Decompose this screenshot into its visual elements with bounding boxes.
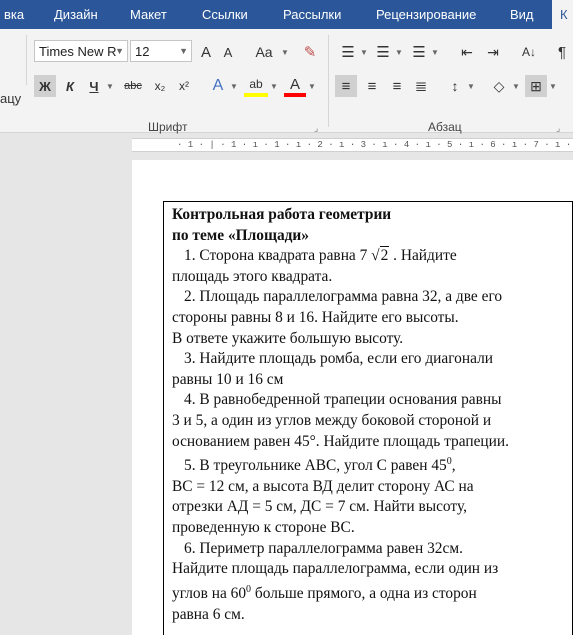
chevron-down-icon[interactable]: ▼ bbox=[431, 42, 439, 62]
align-right-icon[interactable]: ≡ bbox=[386, 75, 408, 97]
bullets-icon[interactable]: ☰ bbox=[337, 42, 359, 62]
ribbon: ацу Times New R ▼ 12 ▼ A A Aa ▼ ✎ Ж К Ч … bbox=[0, 29, 573, 134]
separator bbox=[26, 35, 27, 85]
sort-button[interactable]: А↓ bbox=[518, 42, 540, 62]
chevron-down-icon[interactable]: ▼ bbox=[230, 75, 238, 97]
ruler-ticks: · 1 · | · 1 · ı · 1 · ı · 2 · ı · 3 · ı … bbox=[177, 140, 573, 150]
chevron-down-icon[interactable]: ▼ bbox=[360, 42, 368, 62]
strikethrough-button[interactable]: abc bbox=[120, 75, 146, 97]
align-center-icon[interactable]: ≡ bbox=[361, 75, 383, 97]
sqrt-expression: √2 bbox=[371, 246, 390, 267]
chevron-down-icon[interactable]: ▼ bbox=[308, 75, 316, 97]
superscript-button[interactable]: x² bbox=[174, 75, 194, 97]
chevron-down-icon[interactable]: ▼ bbox=[179, 46, 188, 56]
grow-font-button[interactable]: A bbox=[197, 42, 215, 62]
tab-design[interactable]: Дизайн bbox=[46, 0, 106, 29]
highlight-button[interactable]: ab bbox=[244, 75, 268, 97]
document-body[interactable]: Контрольная работа геометрии по теме «Пл… bbox=[172, 205, 570, 625]
task-1-text-a: 1. Сторона квадрата равна 7 bbox=[184, 247, 372, 265]
tab-insert[interactable]: вка bbox=[0, 0, 32, 29]
doc-title-line1: Контрольная работа геометрии bbox=[172, 206, 392, 223]
task-1-line1: 1. Сторона квадрата равна 7 √2 . Найдите bbox=[172, 246, 570, 267]
italic-button[interactable]: К bbox=[60, 75, 80, 97]
task-6-line4: равна 6 см. bbox=[172, 605, 245, 623]
clear-formatting-icon[interactable]: ✎ bbox=[300, 42, 320, 62]
task-4-line2: 3 и 5, а один из углов между боковой сто… bbox=[172, 411, 492, 429]
task-3-line2: равны 10 и 16 см bbox=[172, 370, 284, 388]
task-1-line2: площадь этого квадрата. bbox=[172, 267, 333, 285]
task-2-line3: В ответе укажите большую высоту. bbox=[172, 329, 404, 347]
sqrt-sign: √ bbox=[371, 247, 380, 265]
tab-layout[interactable]: Макет bbox=[122, 0, 175, 29]
task-6-text-b: больше прямого, а одна из сторон bbox=[251, 584, 477, 602]
paragraph-group-label: Абзац bbox=[428, 120, 462, 134]
chevron-down-icon[interactable]: ▼ bbox=[549, 75, 557, 97]
separator bbox=[328, 35, 329, 127]
task-4-line1: 4. В равнобедренной трапеции основания р… bbox=[184, 391, 502, 409]
bold-button[interactable]: Ж bbox=[34, 75, 56, 97]
chevron-down-icon[interactable]: ▼ bbox=[270, 75, 278, 97]
task-5-line4: проведенную к стороне ВС. bbox=[172, 519, 355, 537]
sqrt-radicand: 2 bbox=[379, 246, 390, 265]
decrease-indent-icon[interactable]: ⇤ bbox=[456, 42, 478, 62]
numbering-icon[interactable]: ☰ bbox=[372, 42, 394, 62]
multilevel-list-icon[interactable]: ☰ bbox=[408, 42, 430, 62]
font-group-label: Шрифт bbox=[148, 120, 188, 134]
task-6-line3: углов на 600 больше прямого, а одна из с… bbox=[172, 580, 570, 605]
chevron-down-icon[interactable]: ▼ bbox=[467, 75, 475, 97]
tab-home[interactable]: К bbox=[552, 0, 573, 29]
subscript-button[interactable]: x₂ bbox=[150, 75, 170, 97]
chevron-down-icon[interactable]: ▼ bbox=[395, 42, 403, 62]
task-6-text-a: углов на 60 bbox=[172, 584, 247, 602]
align-left-icon[interactable]: ≡ bbox=[335, 75, 357, 97]
task-2-line1: 2. Площадь параллелограмма равна 32, а д… bbox=[184, 288, 503, 306]
tab-view[interactable]: Вид bbox=[502, 0, 542, 29]
font-name-value: Times New R bbox=[39, 43, 117, 59]
task-4-line3: основанием равен 45°. Найдите площадь тр… bbox=[172, 432, 509, 450]
task-3-line1: 3. Найдите площадь ромба, если его диаго… bbox=[184, 350, 493, 368]
ribbon-tab-bar: вка Дизайн Макет Ссылки Рассылки Рецензи… bbox=[0, 0, 573, 29]
task-2-line2: стороны равны 8 и 16. Найдите его высоты… bbox=[172, 308, 459, 326]
task-5-text-b: , bbox=[451, 457, 456, 475]
task-6-line2: Найдите площадь параллелограмма, если од… bbox=[172, 560, 499, 578]
chevron-down-icon[interactable]: ▼ bbox=[281, 42, 289, 62]
paragraph-dialog-launcher-icon[interactable]: ⌟ bbox=[556, 123, 560, 134]
task-1-text-b: . Найдите bbox=[389, 247, 457, 265]
text-effects-button[interactable]: A bbox=[208, 75, 228, 97]
task-5-line3: отрезки АД = 5 см, ДС = 7 см. Найти высо… bbox=[172, 498, 467, 516]
tab-references[interactable]: Ссылки bbox=[194, 0, 256, 29]
underline-button[interactable]: Ч bbox=[84, 75, 104, 97]
justify-icon[interactable]: ≣ bbox=[410, 75, 432, 97]
tab-review[interactable]: Рецензирование bbox=[368, 0, 484, 29]
change-case-button[interactable]: Aa bbox=[250, 42, 278, 62]
font-color-button[interactable]: A bbox=[284, 75, 306, 97]
font-name-combo[interactable]: Times New R ▼ bbox=[34, 40, 128, 62]
clipboard-group-cut-label: ацу bbox=[0, 90, 22, 106]
font-size-value: 12 bbox=[135, 43, 150, 59]
task-5-text-a: 5. В треугольнике АВС, угол С равен 45 bbox=[184, 457, 447, 475]
horizontal-ruler[interactable]: · 1 · | · 1 · ı · 1 · ı · 2 · ı · 3 · ı … bbox=[132, 138, 573, 152]
line-spacing-icon[interactable]: ↕ bbox=[444, 75, 466, 97]
task-5-line2: ВС = 12 см, а высота ВД делит сторону АС… bbox=[172, 477, 474, 495]
tab-mailings[interactable]: Рассылки bbox=[275, 0, 349, 29]
chevron-down-icon[interactable]: ▼ bbox=[512, 75, 520, 97]
task-6-line1: 6. Периметр параллелограмма равен 32см. bbox=[184, 539, 463, 557]
shading-icon[interactable]: ◇ bbox=[488, 75, 510, 97]
doc-title-line2: по теме «Площади» bbox=[172, 226, 309, 244]
font-size-combo[interactable]: 12 ▼ bbox=[130, 40, 192, 62]
chevron-down-icon[interactable]: ▼ bbox=[106, 75, 114, 97]
font-dialog-launcher-icon[interactable]: ⌟ bbox=[314, 123, 318, 134]
chevron-down-icon[interactable]: ▼ bbox=[115, 46, 124, 56]
increase-indent-icon[interactable]: ⇥ bbox=[482, 42, 504, 62]
task-5-line1: 5. В треугольнике АВС, угол С равен 450, bbox=[172, 452, 570, 477]
borders-icon[interactable]: ⊞ bbox=[525, 75, 547, 97]
show-marks-button[interactable]: ¶ bbox=[552, 42, 572, 62]
shrink-font-button[interactable]: A bbox=[219, 42, 237, 62]
